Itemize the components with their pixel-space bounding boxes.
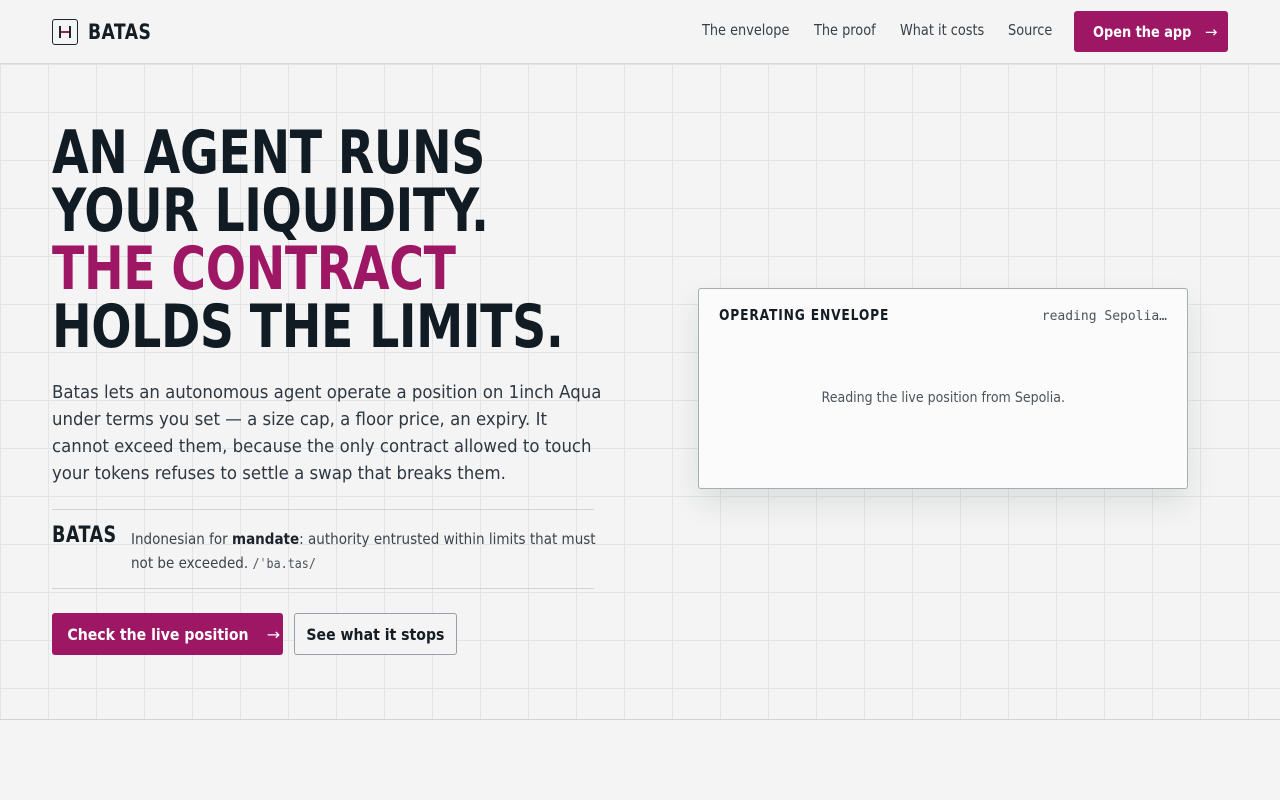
see-what-it-stops-label: See what it stops [306, 624, 445, 644]
brand-logo[interactable]: BATAS [52, 19, 165, 45]
card-title: OPERATING ENVELOPE [719, 306, 890, 324]
headline-line-2: YOUR LIQUIDITY. [52, 176, 489, 246]
nav-link-costs[interactable]: What it costs [900, 21, 984, 39]
nav-link-envelope[interactable]: The envelope [702, 21, 789, 39]
open-app-button[interactable]: Open the app → [1074, 11, 1228, 52]
definition-term: mandate [231, 530, 300, 548]
main-nav: The envelope The proof What it costs Sou… [702, 21, 1074, 39]
nav-link-source[interactable]: Source [1008, 21, 1052, 39]
headline-line-accent: THE CONTRACT [52, 234, 456, 304]
hero-description: Batas lets an autonomous agent operate a… [52, 379, 608, 487]
arrow-right-icon: → [266, 624, 281, 644]
card-loading-message: Reading the live position from Sepolia. [699, 390, 1187, 406]
operating-envelope-card: OPERATING ENVELOPE reading Sepolia… Read… [698, 288, 1188, 489]
hero-headline: AN AGENT RUNS YOUR LIQUIDITY. THE CONTRA… [52, 118, 612, 362]
card-loading-text: Reading the live position from Sepolia. [821, 390, 1065, 406]
headline-line-4: HOLDS THE LIMITS. [52, 292, 564, 362]
definition-word: BATAS [52, 523, 117, 548]
card-status: reading Sepolia… [1041, 309, 1167, 324]
open-app-label: Open the app [1092, 22, 1191, 41]
pronunciation: /ˈba.tas/ [252, 557, 316, 572]
see-what-it-stops-button[interactable]: See what it stops [294, 613, 457, 655]
check-live-position-label: Check the live position [67, 624, 249, 644]
headline-line-1: AN AGENT RUNS [52, 118, 485, 188]
brand-logo-icon [52, 19, 78, 45]
definition-text: Indonesian for mandate: authority entrus… [131, 527, 601, 577]
top-navigation-bar: BATAS The envelope The proof What it cos… [0, 0, 1280, 64]
hero-description-text: Batas lets an autonomous agent operate a… [52, 382, 602, 484]
check-live-position-button[interactable]: Check the live position → [52, 613, 283, 655]
definition-prefix: Indonesian for [131, 530, 232, 548]
arrow-right-icon: → [1204, 22, 1218, 41]
nav-link-proof[interactable]: The proof [814, 21, 876, 39]
brand-name: BATAS [88, 20, 152, 44]
definition-block: BATAS Indonesian for mandate: authority … [52, 509, 596, 589]
